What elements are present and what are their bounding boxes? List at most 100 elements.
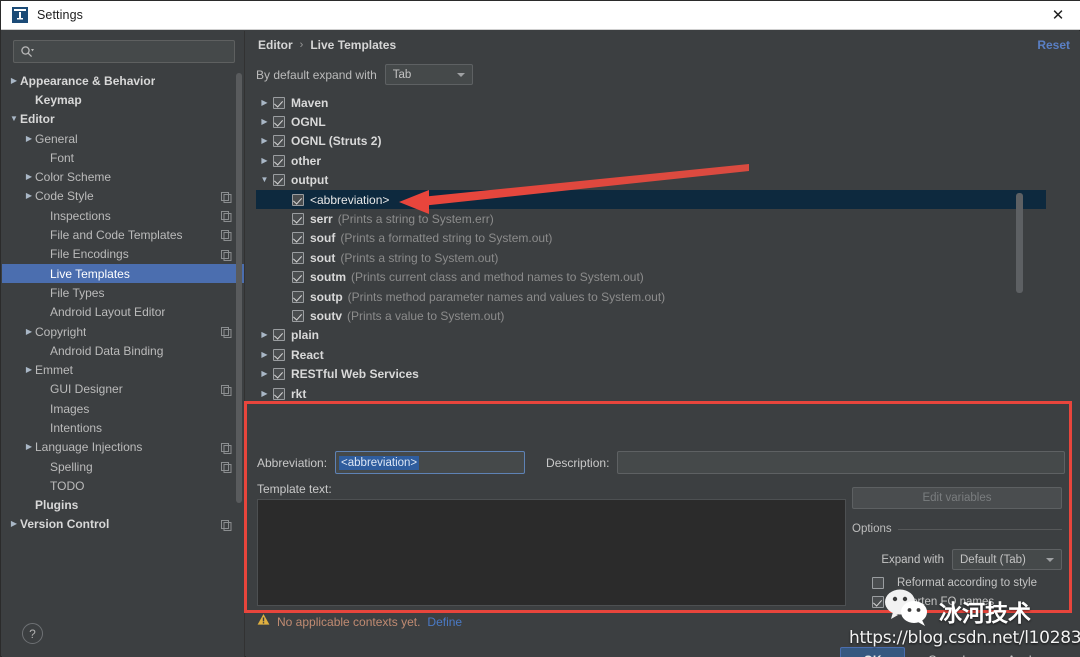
template-checkbox[interactable]: [273, 348, 285, 361]
template-tree-row[interactable]: ▶ OGNL: [256, 112, 1046, 131]
template-tree-row[interactable]: ▶ rkt: [256, 384, 1046, 403]
sidebar-item-file-encodings[interactable]: File Encodings: [2, 245, 244, 264]
chevron-right-icon[interactable]: ▶: [8, 76, 20, 85]
default-expand-select[interactable]: Tab: [384, 64, 473, 85]
sidebar-item-images[interactable]: Images: [2, 399, 244, 418]
edit-variables-button[interactable]: Edit variables: [852, 487, 1062, 509]
template-tree-row[interactable]: ▶ other: [256, 151, 1046, 170]
template-checkbox[interactable]: [273, 329, 285, 342]
ok-button[interactable]: OK: [840, 647, 905, 657]
reformat-checkbox[interactable]: [872, 577, 884, 589]
sidebar-item-spelling[interactable]: Spelling: [2, 457, 244, 476]
breadcrumb-root[interactable]: Editor: [258, 38, 293, 52]
template-checkbox[interactable]: [273, 387, 285, 400]
template-checkbox[interactable]: [292, 309, 304, 322]
sidebar-item-emmet[interactable]: ▶ Emmet: [2, 360, 244, 379]
sidebar-item-file-and-code-templates[interactable]: File and Code Templates: [2, 225, 244, 244]
live-templates-tree[interactable]: ▶ Maven ▶ OGNL ▶ OGNL (Struts 2) ▶ other ▼ output…: [256, 93, 1046, 420]
chevron-right-icon[interactable]: ▶: [8, 520, 20, 528]
template-checkbox[interactable]: [292, 193, 304, 206]
chevron-right-icon[interactable]: ▶: [256, 370, 273, 378]
settings-nav-tree[interactable]: ▶ Appearance & Behavior Keymap ▼ Editor ▶ Gene…: [2, 71, 244, 636]
abbreviation-input[interactable]: <abbreviation>: [335, 451, 526, 474]
chevron-right-icon[interactable]: ▶: [23, 443, 35, 451]
template-tree-row[interactable]: ▶ Maven: [256, 93, 1046, 112]
shorten-fq-checkbox-row[interactable]: Shorten FQ names: [872, 596, 994, 608]
template-tree-row[interactable]: sout (Prints a string to System.out): [256, 248, 1046, 267]
chevron-down-icon[interactable]: ▼: [8, 115, 20, 123]
template-checkbox[interactable]: [292, 290, 304, 303]
template-tree-row[interactable]: ▼ output: [256, 171, 1046, 190]
default-expand-row: By default expand with Tab: [256, 64, 473, 85]
sidebar-item-color-scheme[interactable]: ▶ Color Scheme: [2, 167, 244, 186]
template-tree-row[interactable]: serr (Prints a string to System.err): [256, 209, 1046, 228]
template-checkbox[interactable]: [292, 232, 304, 245]
sidebar-item-android-data-binding[interactable]: Android Data Binding: [2, 341, 244, 360]
search-input[interactable]: [34, 45, 234, 58]
main-panel: Editor › Live Templates Reset By default…: [246, 31, 1080, 657]
tree-scrollbar-thumb[interactable]: [1016, 193, 1023, 293]
template-tree-row[interactable]: ▶ OGNL (Struts 2): [256, 132, 1046, 151]
sidebar-item-plugins[interactable]: Plugins: [2, 496, 244, 515]
close-icon[interactable]: ✕: [1035, 1, 1080, 29]
chevron-right-icon[interactable]: ▶: [23, 327, 35, 336]
sidebar-item-general[interactable]: ▶ General: [2, 129, 244, 148]
chevron-right-icon[interactable]: ▶: [256, 118, 273, 126]
sidebar-item-keymap[interactable]: Keymap: [2, 90, 244, 109]
sidebar-scrollbar-thumb[interactable]: [236, 73, 242, 503]
chevron-right-icon[interactable]: ▶: [256, 156, 273, 165]
chevron-right-icon[interactable]: ▶: [256, 137, 273, 145]
template-checkbox[interactable]: [292, 213, 304, 226]
help-button[interactable]: ?: [22, 623, 43, 644]
template-tree-row[interactable]: <abbreviation>: [256, 189, 1046, 210]
template-checkbox[interactable]: [273, 154, 285, 167]
sidebar-item-gui-designer[interactable]: GUI Designer: [2, 380, 244, 399]
sidebar-item-android-layout-editor[interactable]: Android Layout Editor: [2, 303, 244, 322]
chevron-down-icon[interactable]: ▼: [256, 176, 273, 184]
template-checkbox[interactable]: [273, 135, 285, 148]
search-box[interactable]: [13, 40, 235, 63]
template-tree-row[interactable]: soutv (Prints a value to System.out): [256, 306, 1046, 325]
template-checkbox[interactable]: [292, 251, 304, 264]
chevron-right-icon[interactable]: ▶: [256, 350, 273, 359]
reformat-checkbox-row[interactable]: Reformat according to style: [872, 577, 1037, 589]
cancel-button[interactable]: Cancel: [914, 647, 979, 657]
template-tree-row[interactable]: ▶ plain: [256, 326, 1046, 345]
chevron-right-icon[interactable]: ▶: [256, 98, 273, 107]
sidebar-item-intentions[interactable]: Intentions: [2, 418, 244, 437]
shorten-fq-checkbox[interactable]: [872, 596, 884, 608]
template-checkbox[interactable]: [273, 174, 285, 187]
sidebar-item-live-templates[interactable]: Live Templates: [2, 263, 244, 284]
chevron-right-icon[interactable]: ▶: [256, 389, 273, 398]
template-tree-row[interactable]: soutm (Prints current class and method na…: [256, 268, 1046, 287]
chevron-right-icon[interactable]: ▶: [23, 134, 35, 143]
chevron-right-icon[interactable]: ▶: [23, 366, 35, 374]
sidebar-item-copyright[interactable]: ▶ Copyright: [2, 322, 244, 341]
apply-button[interactable]: Apply: [990, 647, 1055, 657]
sidebar-item-todo[interactable]: TODO: [2, 476, 244, 495]
template-checkbox[interactable]: [292, 271, 304, 284]
template-checkbox[interactable]: [273, 96, 285, 109]
chevron-right-icon[interactable]: ▶: [23, 192, 35, 200]
template-text-area[interactable]: [257, 499, 846, 606]
sidebar-item-language-injections[interactable]: ▶ Language Injections: [2, 438, 244, 457]
description-input[interactable]: [617, 451, 1066, 474]
sidebar-item-file-types[interactable]: File Types: [2, 283, 244, 302]
expand-with-select[interactable]: Default (Tab): [952, 549, 1062, 570]
sidebar-item-inspections[interactable]: Inspections: [2, 206, 244, 225]
sidebar-item-label: Editor: [20, 112, 55, 127]
template-tree-row[interactable]: ▶ React: [256, 345, 1046, 364]
template-tree-row[interactable]: soutp (Prints method parameter names and …: [256, 287, 1046, 306]
template-checkbox[interactable]: [273, 116, 285, 129]
sidebar-item-code-style[interactable]: ▶ Code Style: [2, 187, 244, 206]
sidebar-item-editor[interactable]: ▼ Editor: [2, 110, 244, 129]
template-tree-row[interactable]: ▶ RESTful Web Services: [256, 364, 1046, 383]
chevron-right-icon[interactable]: ▶: [23, 173, 35, 181]
chevron-right-icon[interactable]: ▶: [256, 331, 273, 339]
reset-link[interactable]: Reset: [1037, 38, 1070, 52]
template-tree-row[interactable]: souf (Prints a formatted string to System…: [256, 229, 1046, 248]
sidebar-item-version-control[interactable]: ▶ Version Control: [2, 515, 244, 534]
template-checkbox[interactable]: [273, 368, 285, 381]
sidebar-item-font[interactable]: Font: [2, 148, 244, 167]
sidebar-item-appearance-behavior[interactable]: ▶ Appearance & Behavior: [2, 71, 244, 90]
